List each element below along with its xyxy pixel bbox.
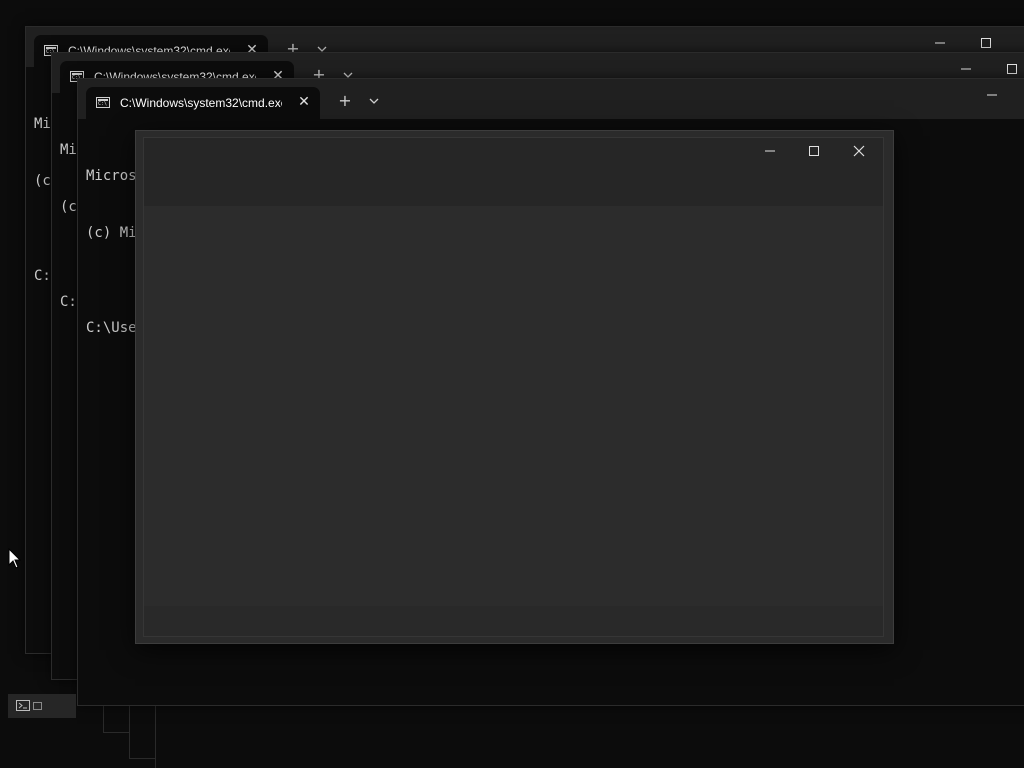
desktop: C:\ C:\Windows\system32\cmd.exe ✕ + Mi (… xyxy=(0,0,1024,768)
minimize-button[interactable] xyxy=(969,79,1015,111)
maximize-icon xyxy=(981,38,991,48)
minimize-icon xyxy=(935,42,945,44)
dialog-footer xyxy=(144,606,883,636)
close-icon xyxy=(853,145,865,157)
maximize-icon xyxy=(1007,64,1017,74)
dialog-minimize-button[interactable] xyxy=(748,137,792,165)
chevron-down-icon[interactable] xyxy=(366,92,382,110)
taskbar-fragment xyxy=(8,694,76,718)
tab-title: C:\Windows\system32\cmd.exe xyxy=(120,96,282,110)
terminal-tab[interactable]: C:\ C:\Windows\system32\cmd.exe ✕ xyxy=(86,87,320,119)
dialog-close-button[interactable] xyxy=(837,137,881,165)
tab-close-button[interactable]: ✕ xyxy=(296,94,312,110)
minimize-icon xyxy=(961,68,971,70)
dialog-maximize-button[interactable] xyxy=(792,137,836,165)
cmd-icon: C:\ xyxy=(96,97,110,108)
terminal-titlebar[interactable]: C:\ C:\Windows\system32\cmd.exe ✕ + xyxy=(78,79,1024,119)
terminal-taskbar-icon[interactable] xyxy=(16,700,46,712)
new-tab-button[interactable]: + xyxy=(336,92,354,110)
window-stack-edge xyxy=(103,704,130,733)
blank-dialog-window[interactable] xyxy=(135,130,894,644)
dialog-content xyxy=(143,137,884,637)
minimize-icon xyxy=(987,94,997,96)
maximize-icon xyxy=(809,146,819,156)
minimize-icon xyxy=(765,150,775,152)
window-stack-edge xyxy=(155,704,157,768)
window-stack-edge xyxy=(129,704,156,759)
mouse-cursor-icon xyxy=(8,547,22,570)
